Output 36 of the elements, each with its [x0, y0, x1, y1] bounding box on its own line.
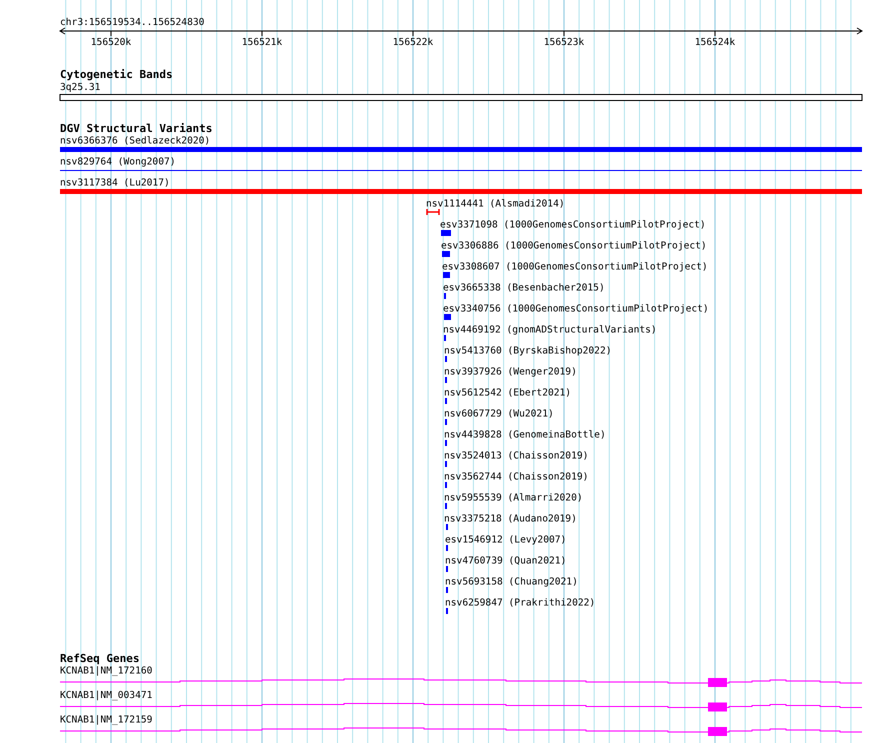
- gene-label: KCNAB1|NM_172160: [60, 666, 152, 676]
- variant-label: nsv3524013 (Chaisson2019): [444, 450, 588, 462]
- variant-label: esv3665338 (Besenbacher2015): [443, 282, 605, 294]
- variant-label: nsv5612542 (Ebert2021): [444, 388, 572, 398]
- variant-label: nsv4439828 (GenomeinaBottle): [444, 430, 606, 440]
- ruler-tick-label: 156522k: [392, 37, 434, 48]
- variant-label: nsv6259847 (Prakrithi2022): [445, 598, 596, 608]
- variant-label: esv3340756 (1000GenomesConsortiumPilotProject): [443, 304, 709, 314]
- gene-label: KCNAB1|NM_003471: [60, 690, 152, 701]
- variant-label: nsv4469192 (gnomADStructuralVariants): [443, 324, 657, 336]
- ruler-tick-label: 156524k: [694, 37, 736, 48]
- variant-label: nsv5955539 (Almarri2020): [444, 492, 583, 504]
- variant-label: nsv5693158 (Chuang2021): [445, 576, 578, 588]
- variant-label: nsv829764 (Wong2007): [60, 156, 176, 168]
- variant-label: esv1546912 (Levy2007): [445, 534, 566, 546]
- track-title: DGV Structural Variants: [60, 122, 212, 135]
- variant-label: esv3308607 (1000GenomesConsortiumPilotProject): [442, 262, 708, 272]
- variant-label: nsv4760739 (Quan2021): [445, 556, 566, 566]
- track-title: Cytogenetic Bands: [60, 68, 173, 81]
- variant-label: nsv3562744 (Chaisson2019): [444, 472, 588, 482]
- band-label: 3q25.31: [60, 82, 100, 93]
- gene-label: KCNAB1|NM_172159: [60, 714, 152, 726]
- variant-label: nsv1114441 (Alsmadi2014): [426, 198, 565, 210]
- variant-label: nsv6067729 (Wu2021): [444, 408, 554, 420]
- variant-label: nsv5413760 (ByrskaBishop2022): [444, 346, 612, 356]
- variant-label: nsv6366376 (Sedlazeck2020): [60, 136, 210, 146]
- variant-label: nsv3375218 (Audano2019): [444, 514, 577, 524]
- variant-label: esv3306886 (1000GenomesConsortiumPilotProject): [441, 240, 707, 252]
- ruler-tick-label: 156523k: [544, 37, 584, 48]
- ruler-tick-label: 156521k: [242, 37, 282, 48]
- variant-label: nsv3937926 (Wenger2019): [444, 366, 577, 378]
- ruler-tick-label: 156520k: [90, 37, 132, 48]
- track-title: RefSeq Genes: [60, 652, 140, 665]
- ruler-label: chr3:156519534..156524830: [60, 17, 204, 28]
- variant-label: nsv3117384 (Lu2017): [60, 178, 170, 188]
- variant-label: esv3371098 (1000GenomesConsortiumPilotProject): [440, 220, 706, 230]
